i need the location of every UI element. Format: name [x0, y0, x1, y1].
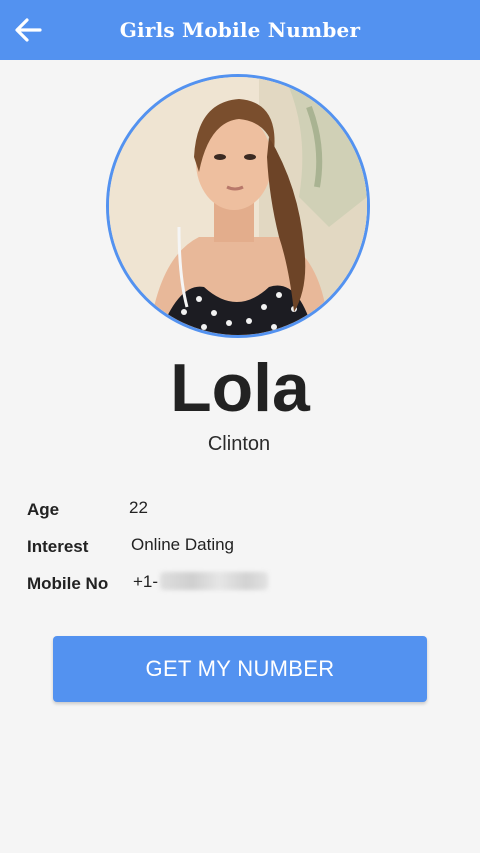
- profile-photo: [106, 74, 370, 338]
- back-button[interactable]: [8, 10, 48, 50]
- profile-city: Clinton: [207, 433, 271, 455]
- app-title: Girls Mobile Number: [119, 18, 361, 42]
- mobile-number-hidden: [160, 572, 268, 590]
- profile-name: Lola: [170, 350, 310, 426]
- mobile-label: Mobile No: [27, 574, 109, 593]
- interest-label: Interest: [27, 537, 89, 556]
- mobile-prefix: +1-: [133, 572, 159, 591]
- app-bar: Girls Mobile Number: [0, 0, 480, 60]
- age-value: 22: [129, 498, 148, 517]
- arrow-left-icon: [15, 18, 42, 42]
- age-label: Age: [27, 500, 60, 519]
- get-my-number-button[interactable]: GET MY NUMBER: [53, 636, 427, 702]
- interest-value: Online Dating: [131, 535, 235, 554]
